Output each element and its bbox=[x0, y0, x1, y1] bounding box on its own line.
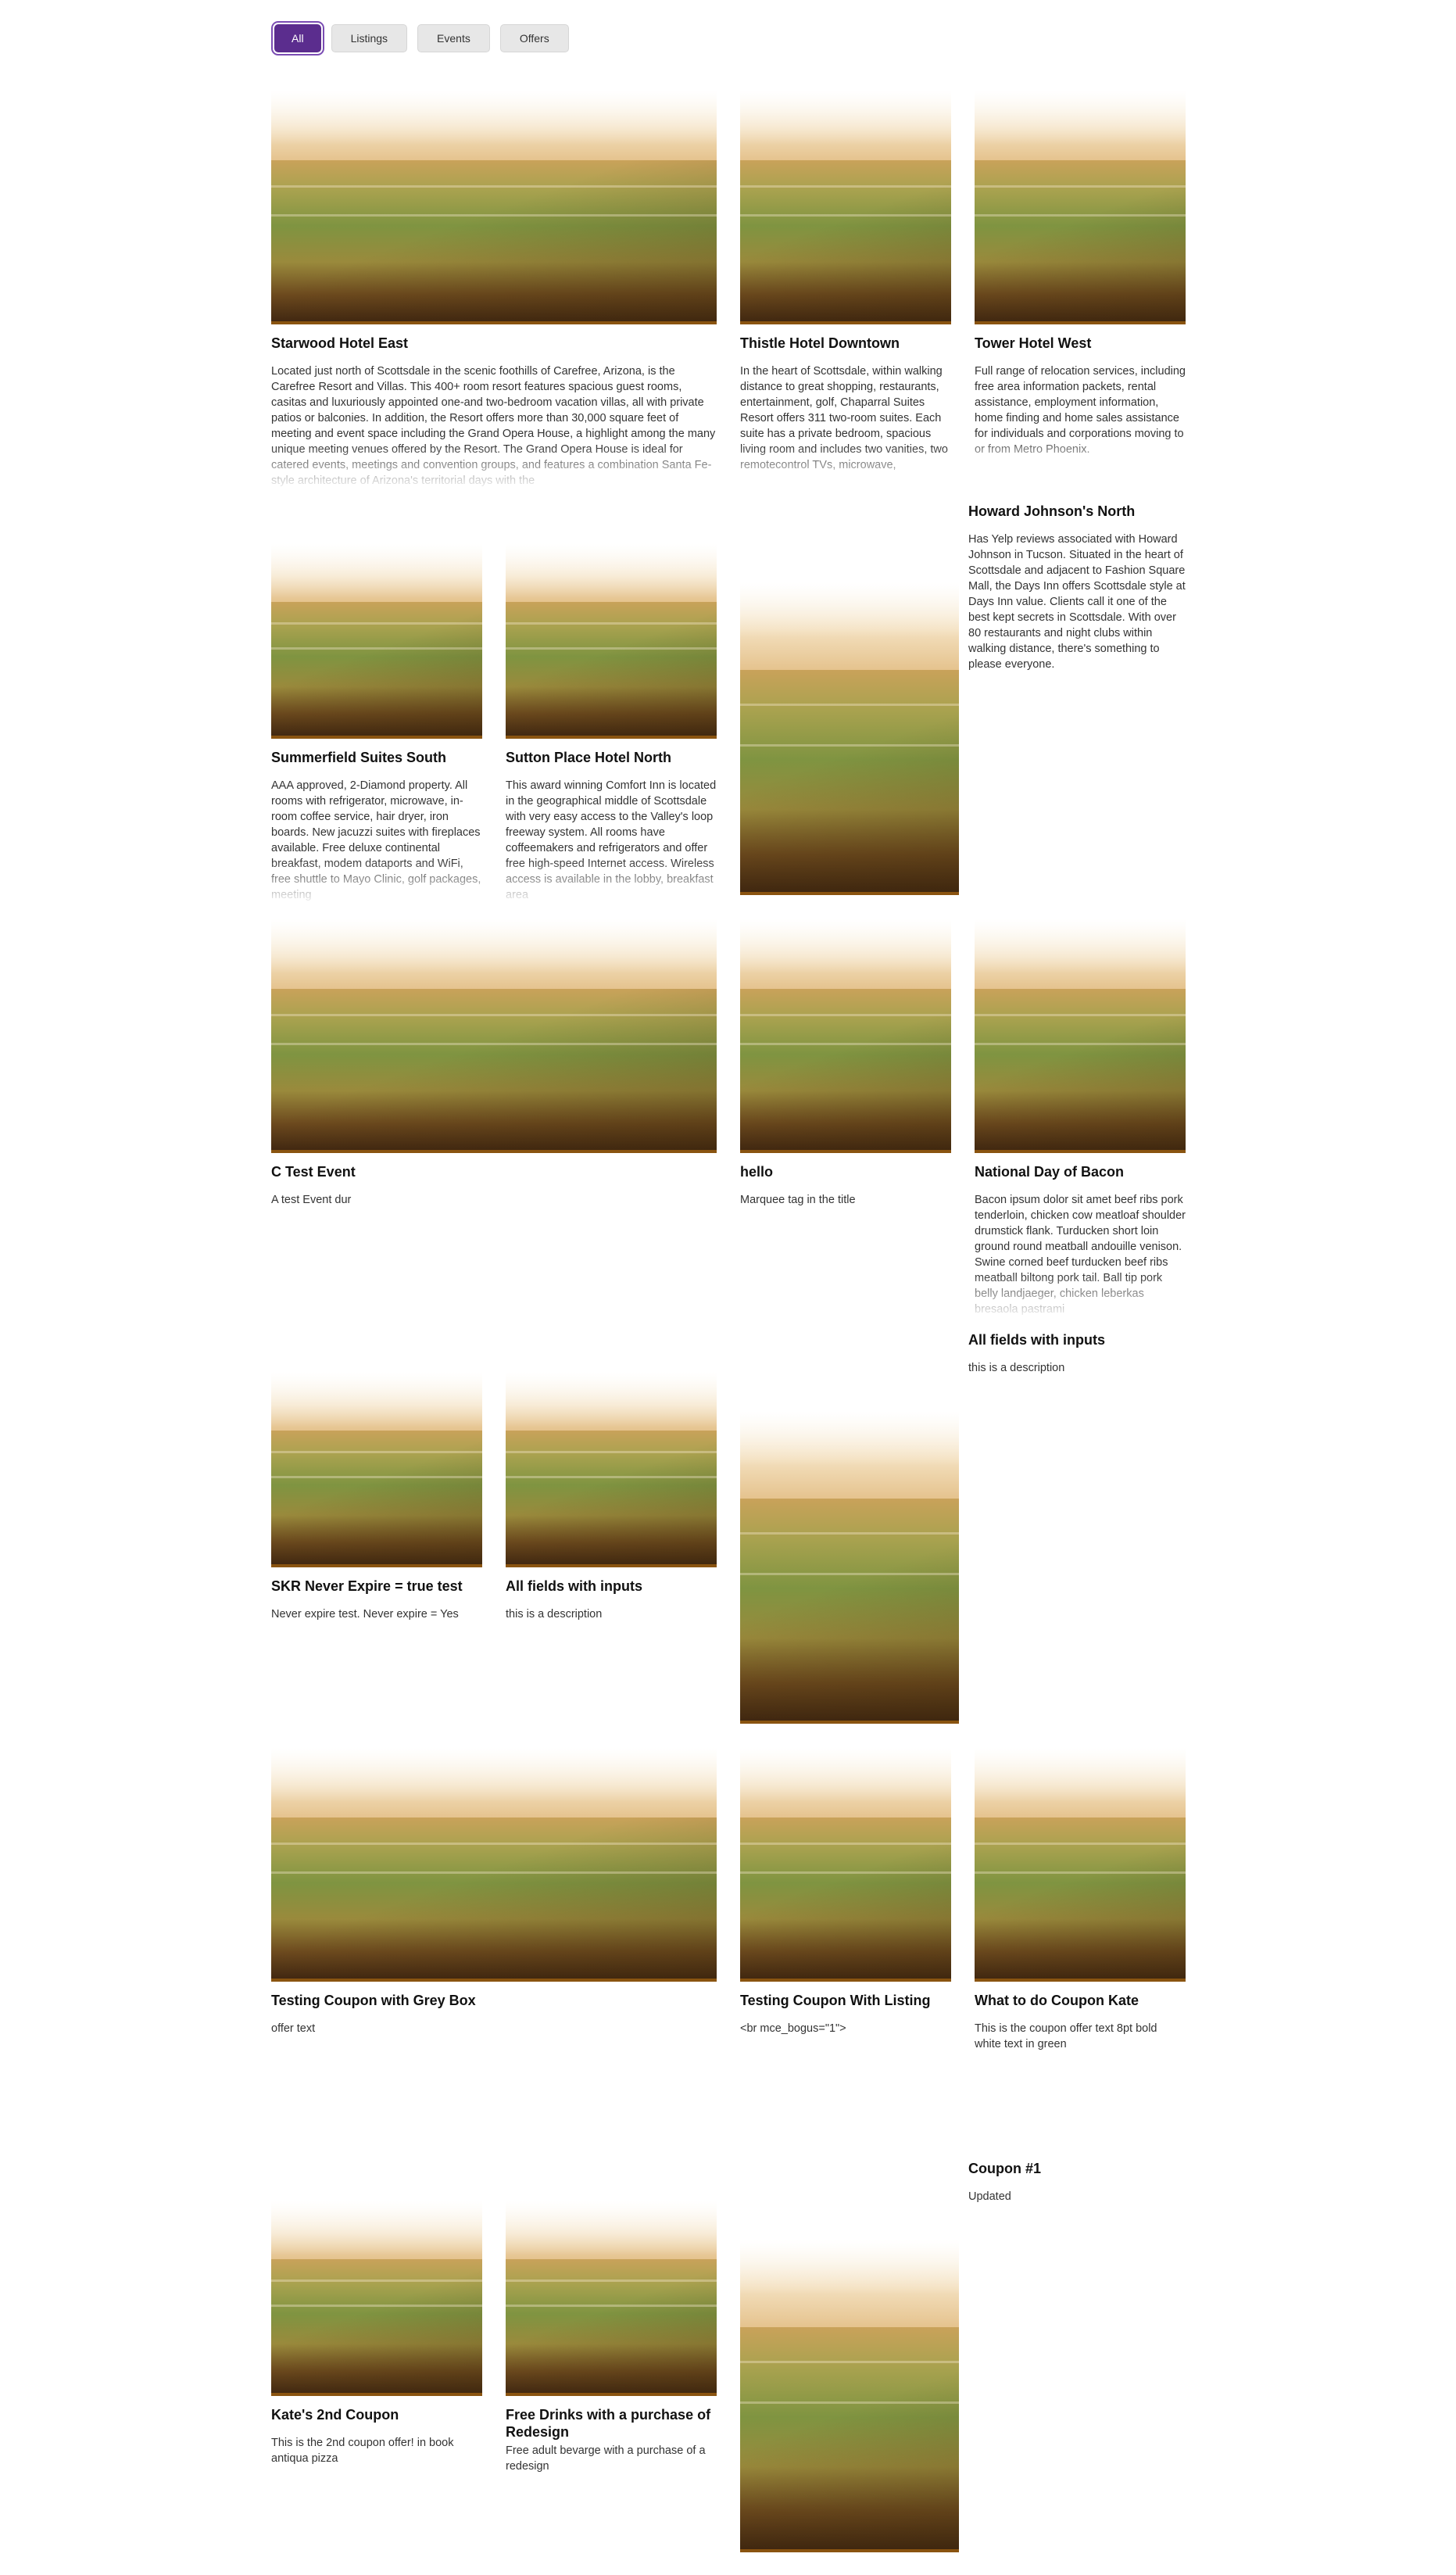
card-description: Bacon ipsum dolor sit amet beef ribs por… bbox=[975, 1194, 1186, 1316]
card-title[interactable]: Free Drinks with a purchase of Redesign bbox=[506, 2406, 717, 2441]
card-image[interactable] bbox=[740, 919, 951, 1153]
card-image[interactable] bbox=[271, 543, 482, 739]
card-title[interactable]: Testing Coupon with Grey Box bbox=[271, 1992, 717, 2009]
card-description: This award winning Comfort Inn is locate… bbox=[506, 779, 717, 901]
card-description: Updated bbox=[968, 2190, 1011, 2203]
card-description: Full range of relocation services, inclu… bbox=[975, 365, 1186, 456]
card-image[interactable] bbox=[271, 919, 717, 1153]
card-image[interactable] bbox=[975, 90, 1186, 324]
card-title[interactable]: All fields with inputs bbox=[506, 1578, 717, 1595]
card-description: This is the coupon offer text 8pt bold w… bbox=[975, 2022, 1157, 2050]
card-image[interactable] bbox=[506, 1372, 717, 1567]
filter-all-button[interactable]: All bbox=[274, 24, 321, 52]
card-title[interactable]: What to do Coupon Kate bbox=[975, 1992, 1186, 2009]
card-description: Located just north of Scottsdale in the … bbox=[271, 365, 716, 487]
card-description: This is the 2nd coupon offer! in book an… bbox=[271, 2437, 454, 2465]
card-image[interactable] bbox=[740, 1747, 951, 1982]
card-image[interactable] bbox=[271, 1747, 717, 1982]
card-title[interactable]: National Day of Bacon bbox=[975, 1163, 1186, 1180]
card-title[interactable]: SKR Never Expire = true test bbox=[271, 1578, 482, 1595]
card-image[interactable] bbox=[271, 1372, 482, 1567]
card-title[interactable]: Starwood Hotel East bbox=[271, 335, 717, 352]
card-description: In the heart of Scottsdale, within walki… bbox=[740, 365, 948, 471]
card-description: Has Yelp reviews associated with Howard … bbox=[968, 533, 1186, 671]
card-description: AAA approved, 2-Diamond property. All ro… bbox=[271, 779, 481, 901]
filter-offers-button[interactable]: Offers bbox=[499, 24, 569, 52]
card-title[interactable]: Howard Johnson's North bbox=[968, 503, 1187, 520]
card-title[interactable]: C Test Event bbox=[271, 1163, 717, 1180]
filter-bar: All Listings Events Offers bbox=[274, 24, 569, 52]
card-title[interactable]: Tower Hotel West bbox=[975, 335, 1186, 352]
card-image[interactable] bbox=[271, 2201, 482, 2396]
card-image[interactable] bbox=[506, 543, 717, 739]
card-image[interactable] bbox=[740, 2240, 959, 2552]
card-description: Free adult bevarge with a purchase of a … bbox=[506, 2444, 706, 2473]
card-title[interactable]: Coupon #1 bbox=[968, 2160, 1187, 2177]
card-title[interactable]: All fields with inputs bbox=[968, 1331, 1187, 1348]
card-description: A test Event dur bbox=[271, 1194, 352, 1206]
filter-events-button[interactable]: Events bbox=[417, 24, 490, 52]
card-description: this is a description bbox=[968, 1362, 1065, 1374]
card-description: this is a description bbox=[506, 1608, 603, 1621]
card-title[interactable]: Testing Coupon With Listing bbox=[740, 1992, 951, 2009]
card-image[interactable] bbox=[975, 1747, 1186, 1982]
filter-listings-button[interactable]: Listings bbox=[331, 24, 408, 52]
card-image[interactable] bbox=[740, 1411, 959, 1724]
card-title[interactable]: Summerfield Suites South bbox=[271, 749, 482, 766]
card-title[interactable]: hello bbox=[740, 1163, 951, 1180]
card-description: Never expire test. Never expire = Yes bbox=[271, 1608, 459, 1621]
card-title[interactable]: Thistle Hotel Downtown bbox=[740, 335, 951, 352]
card-description: offer text bbox=[271, 2022, 316, 2035]
card-image[interactable] bbox=[506, 2201, 717, 2396]
card-image[interactable] bbox=[271, 90, 717, 324]
card-image[interactable] bbox=[740, 582, 959, 895]
card-title[interactable]: Kate's 2nd Coupon bbox=[271, 2406, 482, 2423]
card-image[interactable] bbox=[975, 919, 1186, 1153]
card-description: Marquee tag in the title bbox=[740, 1194, 856, 1206]
card-description: <br mce_bogus="1"> bbox=[740, 2022, 846, 2035]
card-title[interactable]: Sutton Place Hotel North bbox=[506, 749, 717, 766]
card-image[interactable] bbox=[740, 90, 951, 324]
